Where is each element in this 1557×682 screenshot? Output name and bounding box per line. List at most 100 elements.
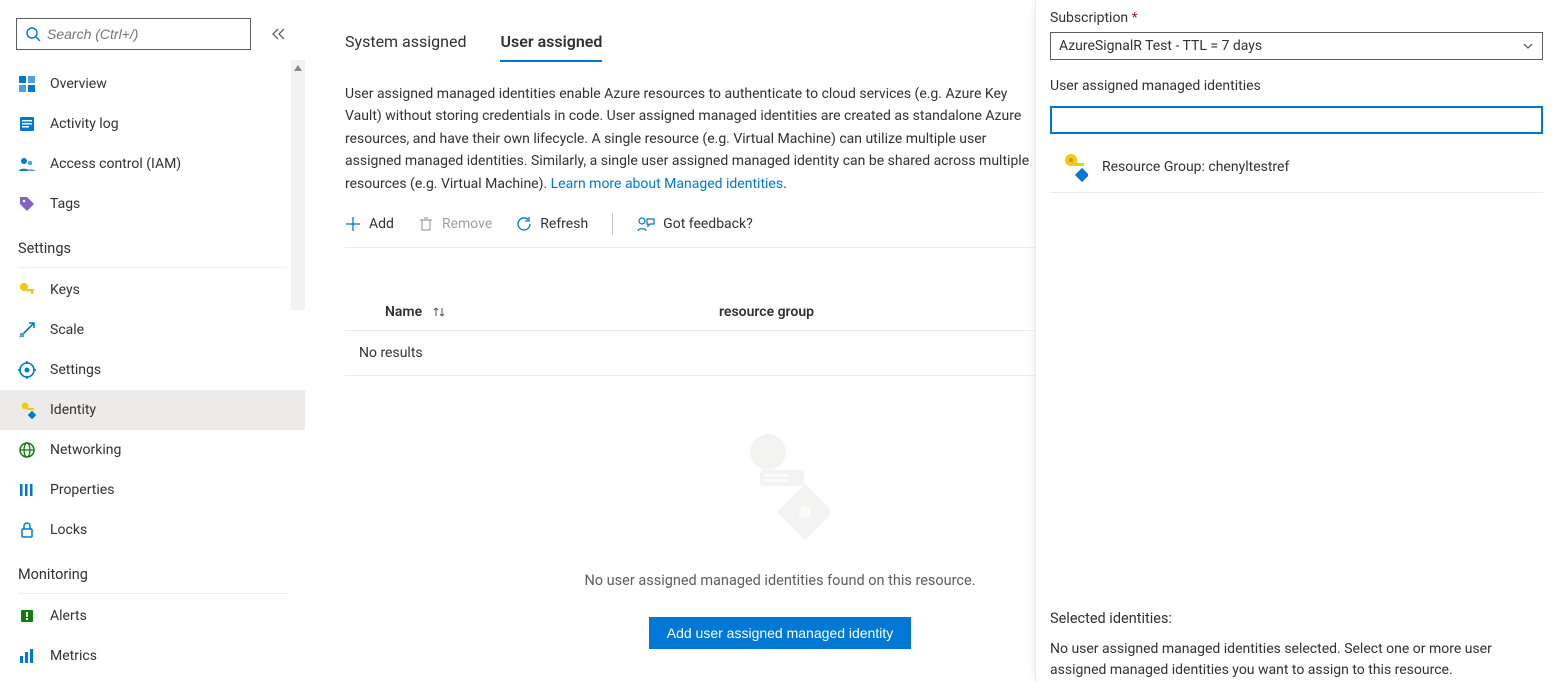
overview-icon xyxy=(18,75,36,93)
feedback-icon xyxy=(637,216,655,232)
resource-group-name: chenyltestref xyxy=(1208,159,1289,175)
sidebar-section-settings: Settings xyxy=(0,224,305,263)
add-label: Add xyxy=(369,216,394,232)
add-identity-panel: Subscription * AzureSignalR Test - TTL =… xyxy=(1035,0,1557,682)
column-name[interactable]: Name xyxy=(359,304,719,320)
sidebar-nav: Overview Activity log Access control (IA… xyxy=(0,60,305,676)
identities-table: Name resource group No results xyxy=(345,294,1035,376)
sidebar-search-box[interactable] xyxy=(16,18,251,50)
learn-more-link[interactable]: Learn more about Managed identities xyxy=(551,176,783,192)
tab-user-assigned[interactable]: User assigned xyxy=(500,26,602,61)
sidebar-search-row xyxy=(0,18,305,60)
no-results-row: No results xyxy=(345,331,1035,376)
subscription-value: AzureSignalR Test - TTL = 7 days xyxy=(1059,38,1262,54)
resource-group-text: Resource Group: chenyltestref xyxy=(1102,159,1289,175)
sidebar-item-label: Activity log xyxy=(50,116,119,132)
sidebar-item-keys[interactable]: Keys xyxy=(0,270,305,310)
remove-label: Remove xyxy=(442,216,492,232)
sidebar-item-metrics[interactable]: Metrics xyxy=(0,636,305,676)
sidebar-item-label: Metrics xyxy=(50,648,97,664)
sidebar-item-identity[interactable]: Identity xyxy=(0,390,305,430)
column-name-label: Name xyxy=(385,304,422,320)
empty-identity-graphic xyxy=(730,422,830,542)
sidebar-item-access-control[interactable]: Access control (IAM) xyxy=(0,144,305,184)
chevron-down-icon xyxy=(1522,40,1534,52)
sidebar-item-alerts[interactable]: Alerts xyxy=(0,596,305,636)
sidebar-item-label: Settings xyxy=(50,362,101,378)
period: . xyxy=(783,176,787,192)
sidebar-item-locks[interactable]: Locks xyxy=(0,510,305,550)
plus-icon xyxy=(345,216,361,232)
sidebar-item-label: Properties xyxy=(50,482,114,498)
sidebar-item-overview[interactable]: Overview xyxy=(0,64,305,104)
add-button[interactable]: Add xyxy=(345,216,394,232)
divider xyxy=(18,593,287,594)
selected-identities-text: No user assigned managed identities sele… xyxy=(1050,639,1540,682)
resource-group-prefix: Resource Group: xyxy=(1102,159,1208,175)
chevron-double-left-icon xyxy=(272,27,286,41)
remove-button: Remove xyxy=(418,216,492,232)
properties-icon xyxy=(18,481,36,499)
sidebar-item-label: Overview xyxy=(50,76,107,92)
toolbar: Add Remove Refresh Got feedback? xyxy=(345,213,1035,248)
empty-state: No user assigned managed identities foun… xyxy=(345,422,1035,649)
sidebar: Overview Activity log Access control (IA… xyxy=(0,0,305,682)
tag-icon xyxy=(18,195,36,213)
trash-icon xyxy=(418,216,434,232)
sidebar-item-label: Keys xyxy=(50,282,80,298)
identities-label: User assigned managed identities xyxy=(1050,78,1543,94)
sidebar-item-label: Scale xyxy=(50,322,84,338)
refresh-button[interactable]: Refresh xyxy=(516,216,588,232)
people-icon xyxy=(18,155,36,173)
sort-icon xyxy=(432,305,446,319)
column-rg-label: resource group xyxy=(719,304,814,320)
refresh-label: Refresh xyxy=(540,216,588,232)
sidebar-item-networking[interactable]: Networking xyxy=(0,430,305,470)
panel-spacer xyxy=(1050,193,1543,610)
sidebar-item-label: Networking xyxy=(50,442,121,458)
scrollbar-up-icon xyxy=(291,60,305,76)
networking-icon xyxy=(18,441,36,459)
table-header: Name resource group xyxy=(345,294,1035,331)
sidebar-item-properties[interactable]: Properties xyxy=(0,470,305,510)
sidebar-item-label: Alerts xyxy=(50,608,87,624)
search-icon xyxy=(25,26,41,42)
scale-icon xyxy=(18,321,36,339)
toolbar-divider xyxy=(612,213,613,235)
alert-icon xyxy=(18,607,36,625)
column-resource-group[interactable]: resource group xyxy=(719,304,814,320)
sidebar-item-label: Tags xyxy=(50,196,80,212)
add-identity-cta-button[interactable]: Add user assigned managed identity xyxy=(649,617,911,649)
log-icon xyxy=(18,115,36,133)
sidebar-scrollbar[interactable] xyxy=(291,60,305,310)
description-text: User assigned managed identities enable … xyxy=(345,83,1035,195)
feedback-label: Got feedback? xyxy=(663,216,753,232)
sidebar-item-label: Locks xyxy=(50,522,87,538)
identity-icon xyxy=(18,401,36,419)
sidebar-item-tags[interactable]: Tags xyxy=(0,184,305,224)
gear-icon xyxy=(18,361,36,379)
feedback-button[interactable]: Got feedback? xyxy=(637,216,753,232)
selected-identities-heading: Selected identities: xyxy=(1050,610,1543,627)
empty-state-text: No user assigned managed identities foun… xyxy=(584,572,975,589)
search-input[interactable] xyxy=(41,25,242,43)
lock-icon xyxy=(18,521,36,539)
identity-tabs: System assigned User assigned xyxy=(345,26,1035,61)
sidebar-item-activity-log[interactable]: Activity log xyxy=(0,104,305,144)
main-content: System assigned User assigned User assig… xyxy=(305,0,1035,682)
tab-system-assigned[interactable]: System assigned xyxy=(345,26,466,61)
sidebar-item-label: Access control (IAM) xyxy=(50,156,181,172)
identity-key-icon xyxy=(1060,152,1088,182)
subscription-select[interactable]: AzureSignalR Test - TTL = 7 days xyxy=(1050,32,1543,60)
sidebar-item-scale[interactable]: Scale xyxy=(0,310,305,350)
divider xyxy=(18,267,287,268)
sidebar-section-monitoring: Monitoring xyxy=(0,550,305,589)
required-asterisk: * xyxy=(1132,10,1138,26)
sidebar-item-settings[interactable]: Settings xyxy=(0,350,305,390)
key-icon xyxy=(18,281,36,299)
resource-group-option[interactable]: Resource Group: chenyltestref xyxy=(1050,138,1543,193)
identities-search-input[interactable] xyxy=(1050,106,1543,134)
metrics-icon xyxy=(18,647,36,665)
collapse-sidebar-button[interactable] xyxy=(269,24,289,44)
subscription-label-text: Subscription xyxy=(1050,10,1128,26)
